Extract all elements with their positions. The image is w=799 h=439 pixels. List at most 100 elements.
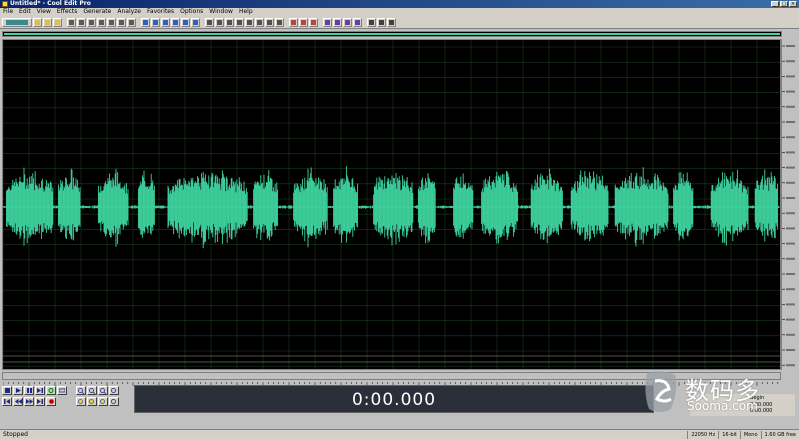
title-bar: Untitled* - Cool Edit Pro _ □ × <box>0 0 799 8</box>
amplitude-tick-label <box>786 288 795 291</box>
zoom-left-button[interactable] <box>76 397 86 406</box>
fast-forward-button[interactable] <box>24 397 34 406</box>
zoom-in-button[interactable] <box>76 386 86 395</box>
analyze-c-button[interactable] <box>309 17 318 27</box>
tool-d-button[interactable] <box>171 17 180 27</box>
tool-b-icon <box>153 19 158 25</box>
menu-analyze[interactable]: Analyze <box>117 8 141 16</box>
tool-e-button[interactable] <box>181 17 190 27</box>
go-to-start-icon <box>4 399 10 404</box>
scroll-play-icon <box>59 388 65 393</box>
save-file-icon <box>55 19 60 25</box>
analyze-b-button[interactable] <box>299 17 308 27</box>
effect-g-icon <box>267 19 272 25</box>
trim-button[interactable] <box>107 17 116 27</box>
amplitude-ruler <box>781 39 797 370</box>
effect-g-button[interactable] <box>265 17 274 27</box>
rewind-button[interactable] <box>13 397 23 406</box>
copy-icon <box>79 19 84 25</box>
record-icon <box>48 399 54 404</box>
undo-button[interactable] <box>117 17 126 27</box>
menu-generate[interactable]: Generate <box>83 8 111 16</box>
mix-paste-button[interactable] <box>97 17 106 27</box>
zoom-right-button[interactable] <box>87 397 97 406</box>
menu-help[interactable]: Help <box>239 8 253 16</box>
effect-c-icon <box>227 19 232 25</box>
loop-button[interactable] <box>46 386 56 395</box>
menu-view[interactable]: View <box>37 8 51 16</box>
go-to-start-button[interactable] <box>2 397 12 406</box>
effect-c-button[interactable] <box>225 17 234 27</box>
app-icon <box>2 1 8 7</box>
tool-a-icon <box>143 19 148 25</box>
close-button[interactable]: × <box>789 1 797 7</box>
waveform-samples <box>3 166 779 249</box>
waveform-display[interactable] <box>2 39 781 370</box>
zoom-full-button[interactable] <box>98 386 108 395</box>
menu-options[interactable]: Options <box>180 8 203 16</box>
amplitude-tick-label <box>786 333 795 336</box>
effect-f-button[interactable] <box>255 17 264 27</box>
tool-b-button[interactable] <box>151 17 160 27</box>
play-to-end-button[interactable] <box>35 386 45 395</box>
extra-c-button[interactable] <box>387 17 396 27</box>
amplitude-ruler-svg <box>782 45 795 367</box>
redo-button[interactable] <box>127 17 136 27</box>
fx-c-button[interactable] <box>343 17 352 27</box>
overview-bar[interactable] <box>2 31 782 37</box>
save-file-button[interactable] <box>53 17 62 27</box>
zoom-vertical-out-button[interactable] <box>109 397 119 406</box>
minimize-button[interactable]: _ <box>771 1 779 7</box>
cut-icon <box>69 19 74 25</box>
copy-button[interactable] <box>77 17 86 27</box>
extra-a-button[interactable] <box>367 17 376 27</box>
paste-button[interactable] <box>87 17 96 27</box>
amplitude-tick-label <box>786 166 795 169</box>
effect-d-button[interactable] <box>235 17 244 27</box>
fx-c-icon <box>345 19 350 25</box>
effect-a-button[interactable] <box>205 17 214 27</box>
status-free-space: 1.60 GB free <box>760 430 799 439</box>
tool-c-button[interactable] <box>161 17 170 27</box>
stop-button[interactable] <box>2 386 12 395</box>
stop-icon <box>4 388 10 393</box>
open-file-button[interactable] <box>43 17 52 27</box>
amplitude-tick-label <box>786 60 795 63</box>
scroll-play-button[interactable] <box>57 386 67 395</box>
zoom-selection-button[interactable] <box>98 397 108 406</box>
tool-a-button[interactable] <box>141 17 150 27</box>
zoom-vertical-out-icon <box>111 398 116 404</box>
effect-b-button[interactable] <box>215 17 224 27</box>
amplitude-tick-label <box>786 257 795 260</box>
new-file-button[interactable] <box>33 17 42 27</box>
menu-effects[interactable]: Effects <box>57 8 77 16</box>
analyze-a-button[interactable] <box>289 17 298 27</box>
zoom-vertical-in-button[interactable] <box>109 386 119 395</box>
go-to-end-button[interactable] <box>35 397 45 406</box>
wave-view-toggle-button[interactable] <box>2 17 32 27</box>
waveform-svg <box>3 40 780 369</box>
tool-e-icon <box>183 19 188 25</box>
extra-c-icon <box>389 19 394 25</box>
extra-b-button[interactable] <box>377 17 386 27</box>
redo-icon <box>129 19 134 25</box>
pause-button[interactable] <box>24 386 34 395</box>
zoom-out-button[interactable] <box>87 386 97 395</box>
menu-edit[interactable]: Edit <box>19 8 31 16</box>
extra-b-icon <box>379 19 384 25</box>
play-button[interactable] <box>13 386 23 395</box>
fx-d-button[interactable] <box>353 17 362 27</box>
effect-h-button[interactable] <box>275 17 284 27</box>
effect-d-icon <box>237 19 242 25</box>
tool-d-icon <box>173 19 178 25</box>
menu-favorites[interactable]: Favorites <box>147 8 174 16</box>
menu-file[interactable]: File <box>3 8 13 16</box>
fx-b-button[interactable] <box>333 17 342 27</box>
maximize-button[interactable]: □ <box>780 1 788 7</box>
cut-button[interactable] <box>67 17 76 27</box>
menu-window[interactable]: Window <box>209 8 233 16</box>
effect-e-button[interactable] <box>245 17 254 27</box>
record-button[interactable] <box>46 397 56 406</box>
tool-f-button[interactable] <box>191 17 200 27</box>
fx-a-button[interactable] <box>323 17 332 27</box>
